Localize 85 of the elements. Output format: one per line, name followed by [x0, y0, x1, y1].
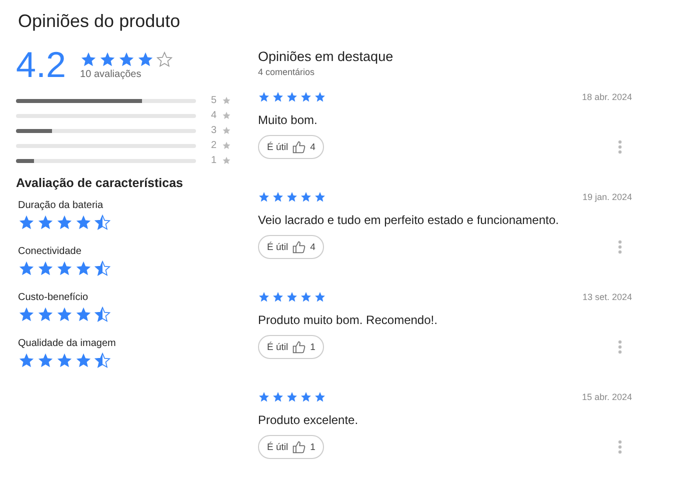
- characteristic-name: Qualidade da imagem: [18, 338, 117, 349]
- star-icon: [272, 291, 284, 303]
- star-icon: [18, 352, 35, 369]
- star-icon: [75, 352, 92, 369]
- star-icon: [258, 391, 270, 403]
- star-icon: [286, 291, 298, 303]
- characteristic-name: Duração da bateria: [18, 200, 104, 211]
- star-icon: [314, 291, 326, 303]
- star-icon: [300, 391, 312, 403]
- thumbs-up-icon: [292, 440, 306, 454]
- review-text: Produto muito bom. Recomendo!.: [258, 313, 438, 327]
- thumbs-up-icon: [292, 140, 306, 154]
- section-title: Opiniões do produto: [18, 11, 182, 32]
- star-icon: [37, 214, 54, 231]
- star-icon: [80, 50, 98, 68]
- star-icon: [56, 352, 73, 369]
- characteristic-name: Conectividade: [18, 246, 82, 257]
- star-icon: [314, 391, 326, 403]
- star-icon: [37, 260, 54, 277]
- star-icon: [222, 96, 231, 105]
- star-icon: [272, 391, 284, 403]
- star-level-label: 3: [211, 125, 217, 136]
- star-icon: [222, 126, 231, 135]
- section-heading: Opiniões em destaque: [258, 49, 394, 64]
- star-icon: [56, 214, 73, 231]
- star-icon: [286, 391, 298, 403]
- review-date: 15 abr. 2024: [582, 392, 632, 402]
- review-text: Produto excelente.: [258, 413, 360, 427]
- half-star-icon: [94, 214, 111, 231]
- star-level-label: 1: [211, 155, 217, 166]
- star-icon: [75, 306, 92, 323]
- star-icon: [18, 214, 35, 231]
- star-icon: [37, 306, 54, 323]
- half-star-icon: [94, 352, 111, 369]
- star-icon: [314, 191, 326, 203]
- average-rating: 4.2: [16, 45, 66, 85]
- review-text: Muito bom.: [258, 113, 318, 127]
- characteristic-name: Custo-benefício: [18, 292, 90, 303]
- star-icon: [222, 111, 231, 120]
- review-date: 13 set. 2024: [582, 292, 632, 302]
- star-icon: [75, 260, 92, 277]
- helpful-button[interactable]: É útil 1: [258, 435, 324, 459]
- star-icon: [56, 260, 73, 277]
- star-icon: [222, 156, 231, 165]
- half-star-icon: [94, 260, 111, 277]
- star-icon: [300, 191, 312, 203]
- thumbs-up-icon: [292, 340, 306, 354]
- star-icon: [258, 191, 270, 203]
- helpful-button[interactable]: É útil 4: [258, 235, 324, 259]
- star-icon: [37, 352, 54, 369]
- star-icon: [286, 91, 298, 103]
- star-icon: [314, 91, 326, 103]
- half-star-icon: [94, 306, 111, 323]
- star-icon: [56, 306, 73, 323]
- star-icon: [258, 291, 270, 303]
- review-text: Veio lacrado e tudo em perfeito estado e funcionamento.: [258, 213, 560, 227]
- thumbs-up-icon: [292, 240, 306, 254]
- star-icon: [258, 91, 270, 103]
- rating-count: 10 avaliações: [80, 68, 142, 80]
- star-icon: [75, 214, 92, 231]
- comment-count: 4 comentários: [258, 67, 316, 77]
- star-icon: [272, 91, 284, 103]
- star-icon: [99, 50, 116, 68]
- more-options-icon[interactable]: [618, 440, 622, 454]
- star-icon: [18, 260, 35, 277]
- star-icon: [118, 50, 136, 68]
- star-icon: [272, 191, 284, 203]
- star-icon: [286, 191, 298, 203]
- more-options-icon[interactable]: [618, 140, 622, 154]
- star-level-label: 4: [211, 110, 217, 121]
- star-icon: [222, 141, 231, 150]
- star-icon: [300, 291, 312, 303]
- star-icon: [18, 306, 35, 323]
- star-level-label: 2: [211, 140, 217, 151]
- star-icon: [300, 91, 312, 103]
- section-heading: Avaliação de características: [16, 176, 184, 190]
- more-options-icon[interactable]: [618, 240, 622, 254]
- star-icon: [137, 50, 154, 68]
- more-options-icon[interactable]: [618, 340, 622, 354]
- review-date: 18 abr. 2024: [582, 92, 632, 102]
- review-date: 19 jan. 2024: [582, 192, 632, 202]
- helpful-button[interactable]: É útil 4: [258, 135, 324, 159]
- star-level-label: 5: [211, 95, 217, 106]
- empty-star-icon: [156, 50, 174, 68]
- helpful-button[interactable]: É útil 1: [258, 335, 324, 359]
